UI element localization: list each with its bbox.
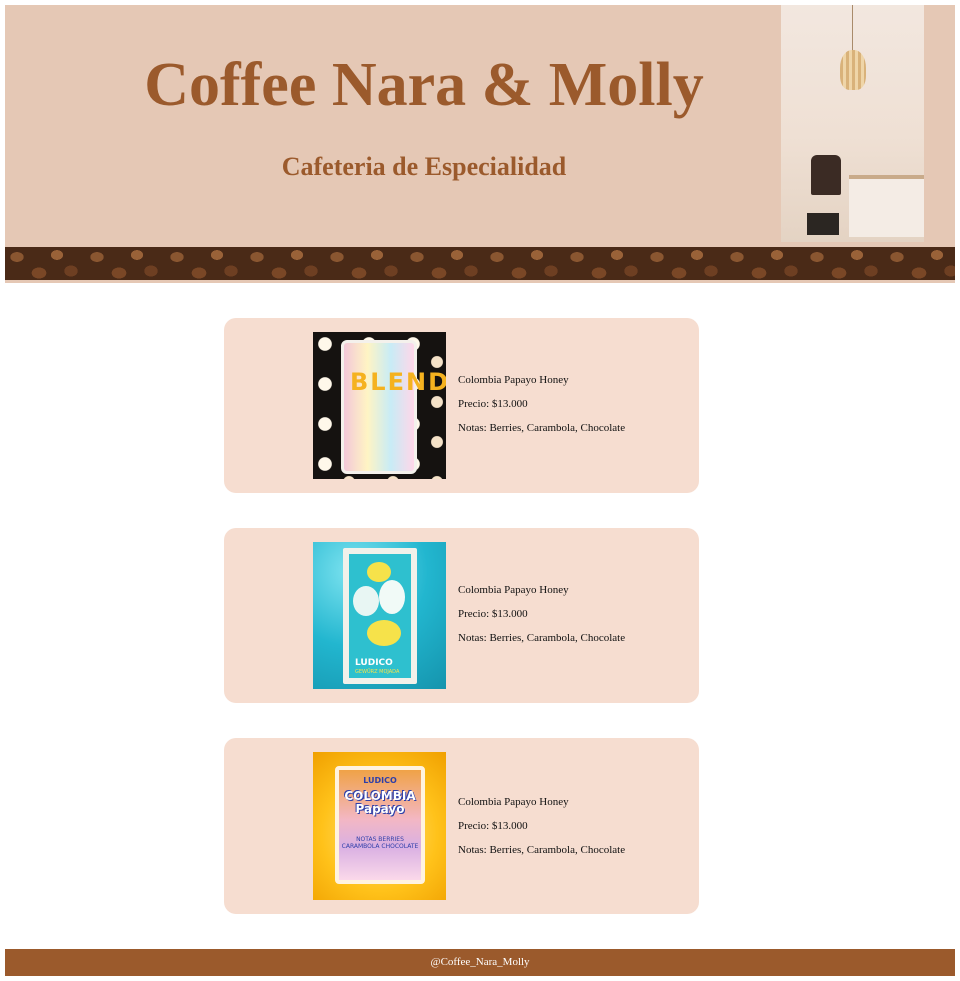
product-name: Colombia Papayo Honey xyxy=(458,584,569,596)
coffee-bag: LUDICO GEWÜRZ MOJADA xyxy=(343,548,417,684)
product-price: Precio: $13.000 xyxy=(458,820,528,832)
pendant-lamp xyxy=(840,50,866,90)
product-info: Colombia Papayo Honey Precio: $13.000 No… xyxy=(458,374,625,446)
white-blob xyxy=(353,586,379,616)
site-subtitle: Cafeteria de Especialidad xyxy=(281,152,567,181)
bag-title: COLOMBIA Papayo xyxy=(344,789,416,816)
yellow-blob xyxy=(367,562,391,582)
site-title: Coffee Nara & Molly xyxy=(144,51,704,119)
bag-label: LUDICO xyxy=(355,658,393,668)
coffee-bag: LUDICO COLOMBIA Papayo NOTAS BERRIES CAR… xyxy=(335,766,425,884)
white-blob xyxy=(379,580,405,614)
product-image[interactable]: BLEND xyxy=(313,332,446,479)
product-price: Precio: $13.000 xyxy=(458,398,528,410)
bag-notes: NOTAS BERRIES CARAMBOLA CHOCOLATE xyxy=(341,836,419,850)
product-price: Precio: $13.000 xyxy=(458,608,528,620)
product-info: Colombia Papayo Honey Precio: $13.000 No… xyxy=(458,584,625,656)
product-name: Colombia Papayo Honey xyxy=(458,796,569,808)
site-footer: @Coffee_Nara_Molly xyxy=(5,949,955,976)
bag-sublabel: GEWÜRZ MOJADA xyxy=(355,669,400,675)
product-image[interactable]: LUDICO COLOMBIA Papayo NOTAS BERRIES CAR… xyxy=(313,752,446,900)
footer-handle[interactable]: @Coffee_Nara_Molly xyxy=(430,956,529,968)
product-name: Colombia Papayo Honey xyxy=(458,374,569,386)
product-card: LUDICO COLOMBIA Papayo NOTAS BERRIES CAR… xyxy=(224,738,699,914)
product-notes: Notas: Berries, Carambola, Chocolate xyxy=(458,632,626,644)
product-card: LUDICO GEWÜRZ MOJADA Colombia Papayo Hon… xyxy=(224,528,699,703)
coffee-beans-banner xyxy=(5,247,955,283)
bag-label: BLEND xyxy=(350,368,446,396)
cafe-counter xyxy=(849,175,924,237)
yellow-blob xyxy=(367,620,401,646)
lamp-cord xyxy=(852,5,853,51)
site-header: Coffee Nara & Molly Cafeteria de Especia… xyxy=(5,5,955,247)
bag-brand: LUDICO xyxy=(363,776,397,785)
product-card: BLEND Colombia Papayo Honey Precio: $13.… xyxy=(224,318,699,493)
product-image[interactable]: LUDICO GEWÜRZ MOJADA xyxy=(313,542,446,689)
coffee-grinder xyxy=(811,155,841,195)
chalkboard-sign xyxy=(807,213,839,235)
cafe-interior-photo xyxy=(781,5,924,242)
coffee-bag: BLEND xyxy=(341,340,446,474)
product-info: Colombia Papayo Honey Precio: $13.000 No… xyxy=(458,796,625,868)
product-notes: Notas: Berries, Carambola, Chocolate xyxy=(458,844,626,856)
product-notes: Notas: Berries, Carambola, Chocolate xyxy=(458,422,626,434)
